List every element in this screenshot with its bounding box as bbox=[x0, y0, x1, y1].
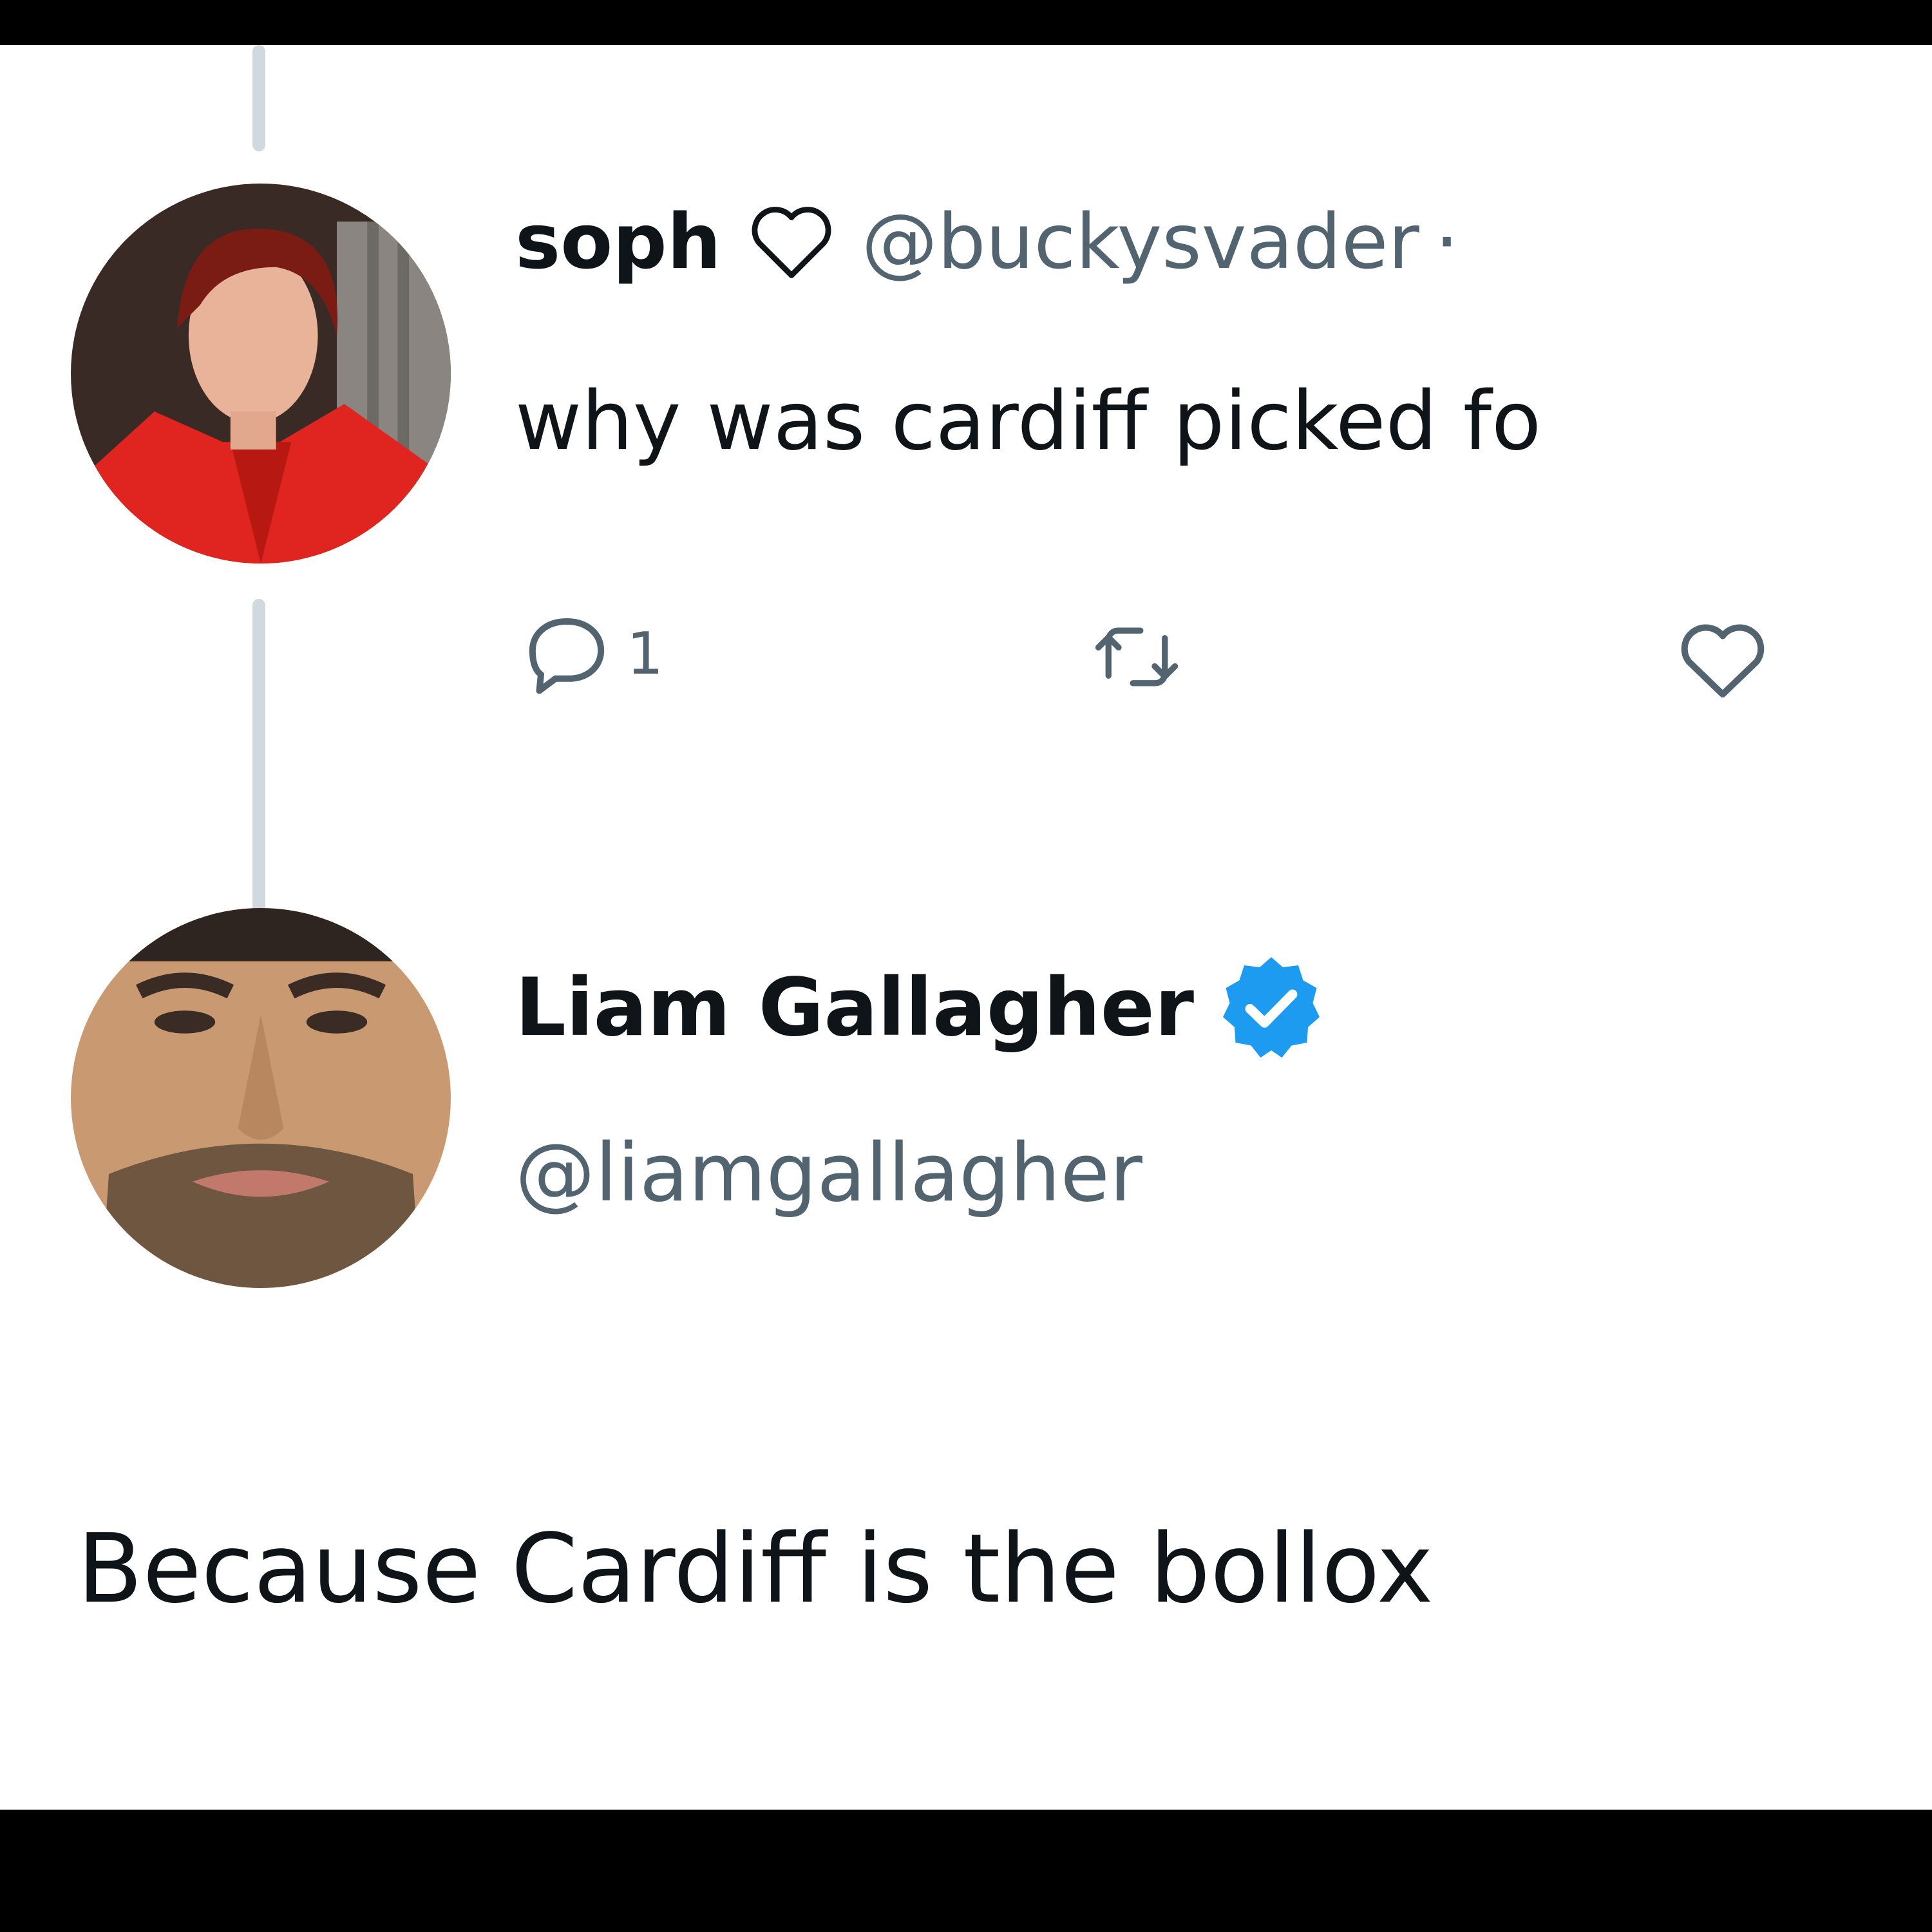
thread-line-top bbox=[252, 45, 265, 151]
liam-display-name[interactable]: Liam Gallagher bbox=[515, 961, 1194, 1054]
liam-tweet-text: Because Cardiff is the bollox bbox=[77, 1513, 1434, 1624]
verified-badge-icon bbox=[1213, 950, 1329, 1066]
soph-tweet-text: why was cardiff picked fo bbox=[515, 374, 1542, 468]
thread-line-middle bbox=[252, 599, 265, 918]
retweet-button[interactable] bbox=[1088, 612, 1185, 702]
reply-button[interactable]: 1 bbox=[518, 605, 663, 702]
reply-icon bbox=[518, 605, 615, 702]
tweet-thread-panel: soph @buckysvader · why was cardiff pick… bbox=[0, 45, 1932, 1810]
liam-handle[interactable]: @liamgallagher bbox=[515, 1127, 1142, 1220]
soph-header: soph @buckysvader · bbox=[515, 197, 1459, 286]
like-icon bbox=[1662, 612, 1784, 708]
soph-avatar[interactable] bbox=[71, 184, 451, 564]
liam-avatar[interactable] bbox=[71, 908, 451, 1288]
soph-display-name[interactable]: soph bbox=[515, 197, 721, 286]
separator-dot: · bbox=[1434, 197, 1459, 286]
soph-handle[interactable]: @buckysvader bbox=[862, 197, 1419, 286]
retweet-icon bbox=[1088, 612, 1185, 702]
liam-header: Liam Gallagher bbox=[515, 957, 1329, 1058]
heart-outline-icon bbox=[743, 196, 840, 287]
like-button[interactable] bbox=[1662, 612, 1784, 708]
reply-count: 1 bbox=[627, 620, 664, 688]
